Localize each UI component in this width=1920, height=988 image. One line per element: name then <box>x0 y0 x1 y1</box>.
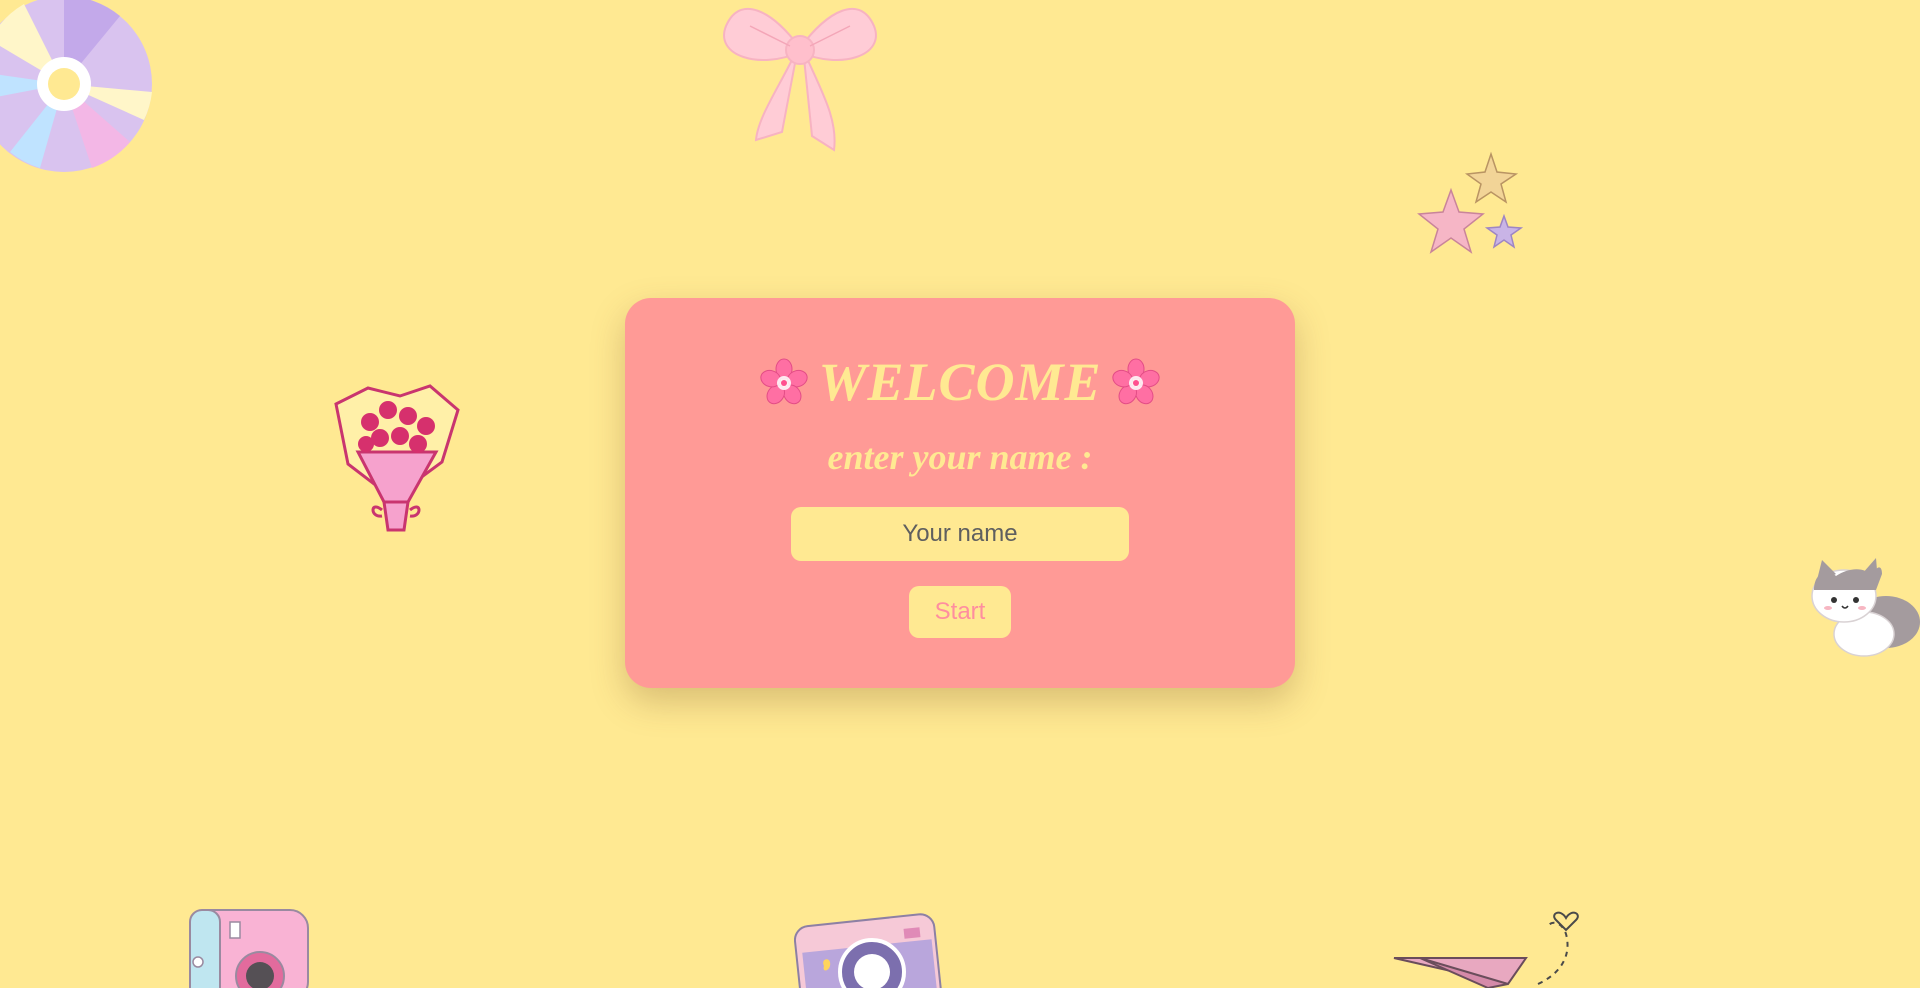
page-title: WELCOME <box>818 352 1102 412</box>
name-input[interactable] <box>791 507 1129 561</box>
paper-plane-icon <box>1393 911 1579 988</box>
start-button[interactable]: Start <box>909 586 1011 638</box>
flower-bouquet-icon <box>334 384 460 532</box>
cd-disc-icon <box>0 0 152 172</box>
cat-icon <box>1811 558 1920 657</box>
pink-bow-icon <box>723 7 877 152</box>
retro-camera-icon <box>794 913 943 988</box>
welcome-page: WELCOME enter your name : Start <box>0 0 1920 988</box>
cherry-blossom-icon <box>760 358 809 405</box>
title-row: WELCOME <box>625 352 1295 412</box>
cherry-blossom-icon <box>1111 358 1160 405</box>
name-prompt-label: enter your name : <box>827 437 1093 477</box>
stars-icon <box>1417 151 1524 254</box>
welcome-card: WELCOME enter your name : Start <box>625 298 1295 688</box>
instant-camera-icon <box>189 909 309 988</box>
